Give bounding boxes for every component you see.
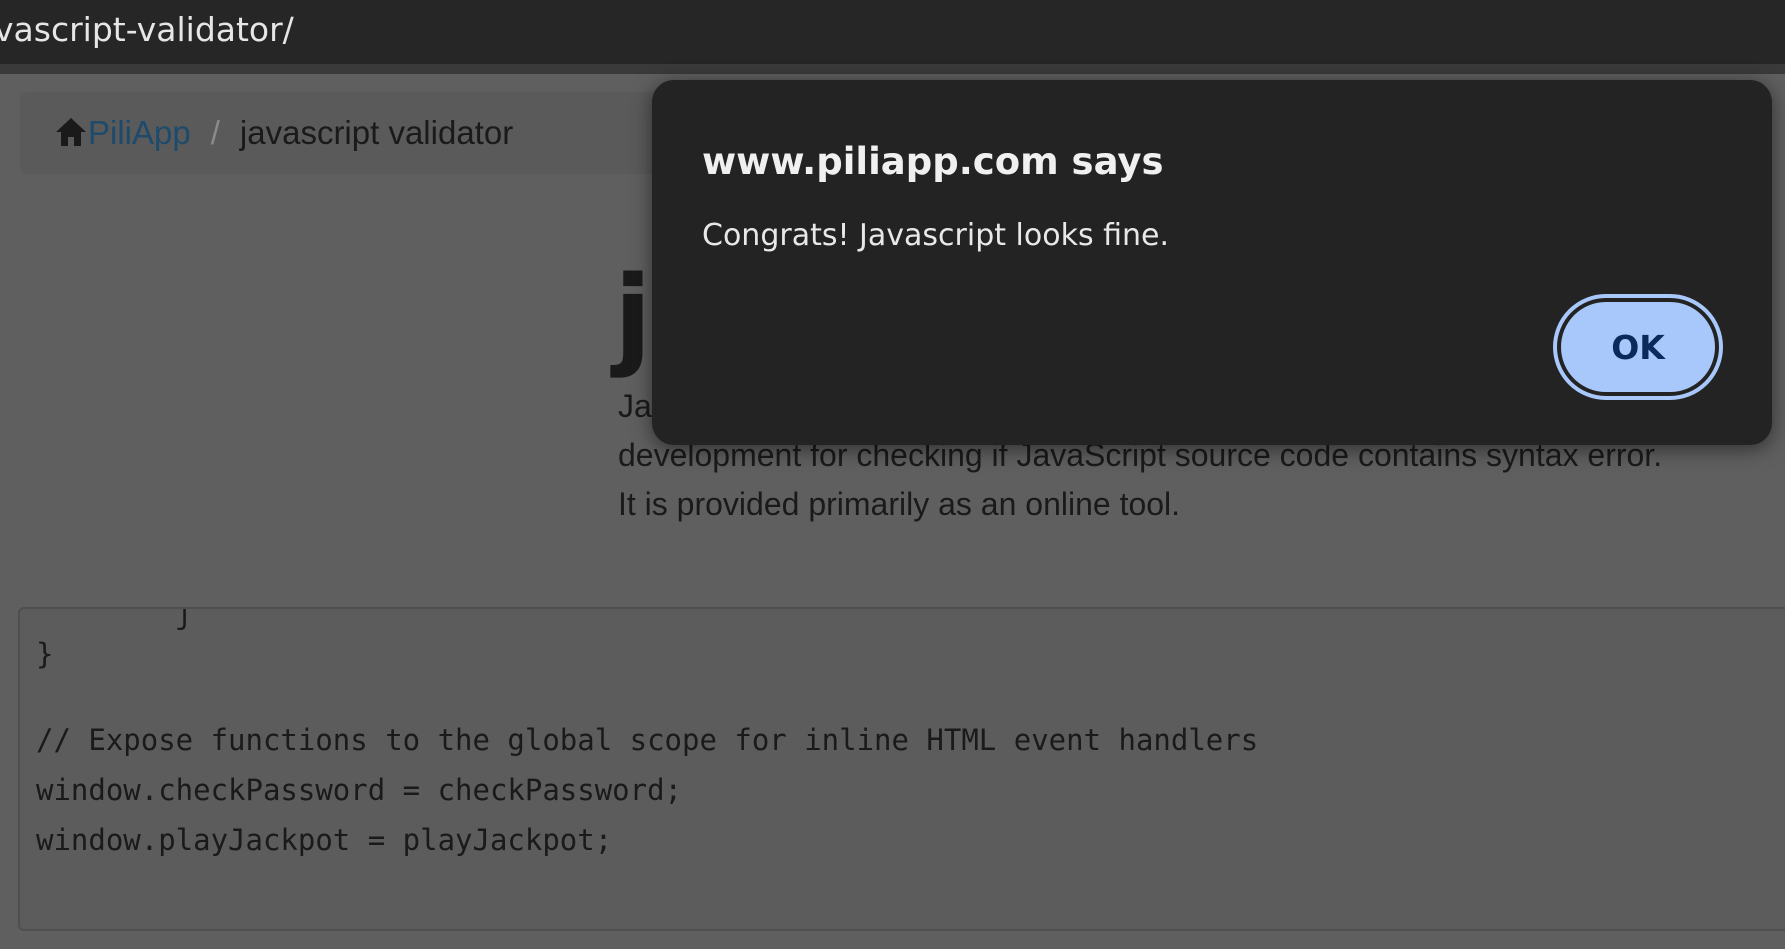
dialog-message: Congrats! Javascript looks fine. [702,218,1170,253]
address-bar[interactable]: vascript-validator/ [0,0,1785,74]
breadcrumb-home-link[interactable]: PiliApp [88,114,191,151]
home-icon[interactable] [54,116,88,148]
alert-dialog: www.piliapp.com says Congrats! Javascrip… [652,80,1772,445]
breadcrumb-separator: / [210,114,220,151]
code-editor[interactable]: ʃ } // Expose functions to the global sc… [18,607,1785,931]
breadcrumb-current: javascript validator [239,114,514,151]
dialog-title: www.piliapp.com says [702,140,1164,183]
code-line: // Expose functions to the global scope … [36,723,1259,757]
description-line: It is provided primarily as an online to… [618,486,1181,522]
code-line: window.checkPassword = checkPassword; [36,773,683,807]
address-bar-url: vascript-validator/ [0,10,294,49]
code-line: ʃ [36,607,194,631]
code-line: window.playJackpot = playJackpot; [36,823,613,857]
code-line: } [36,637,54,671]
ok-button[interactable]: OK [1553,294,1723,400]
